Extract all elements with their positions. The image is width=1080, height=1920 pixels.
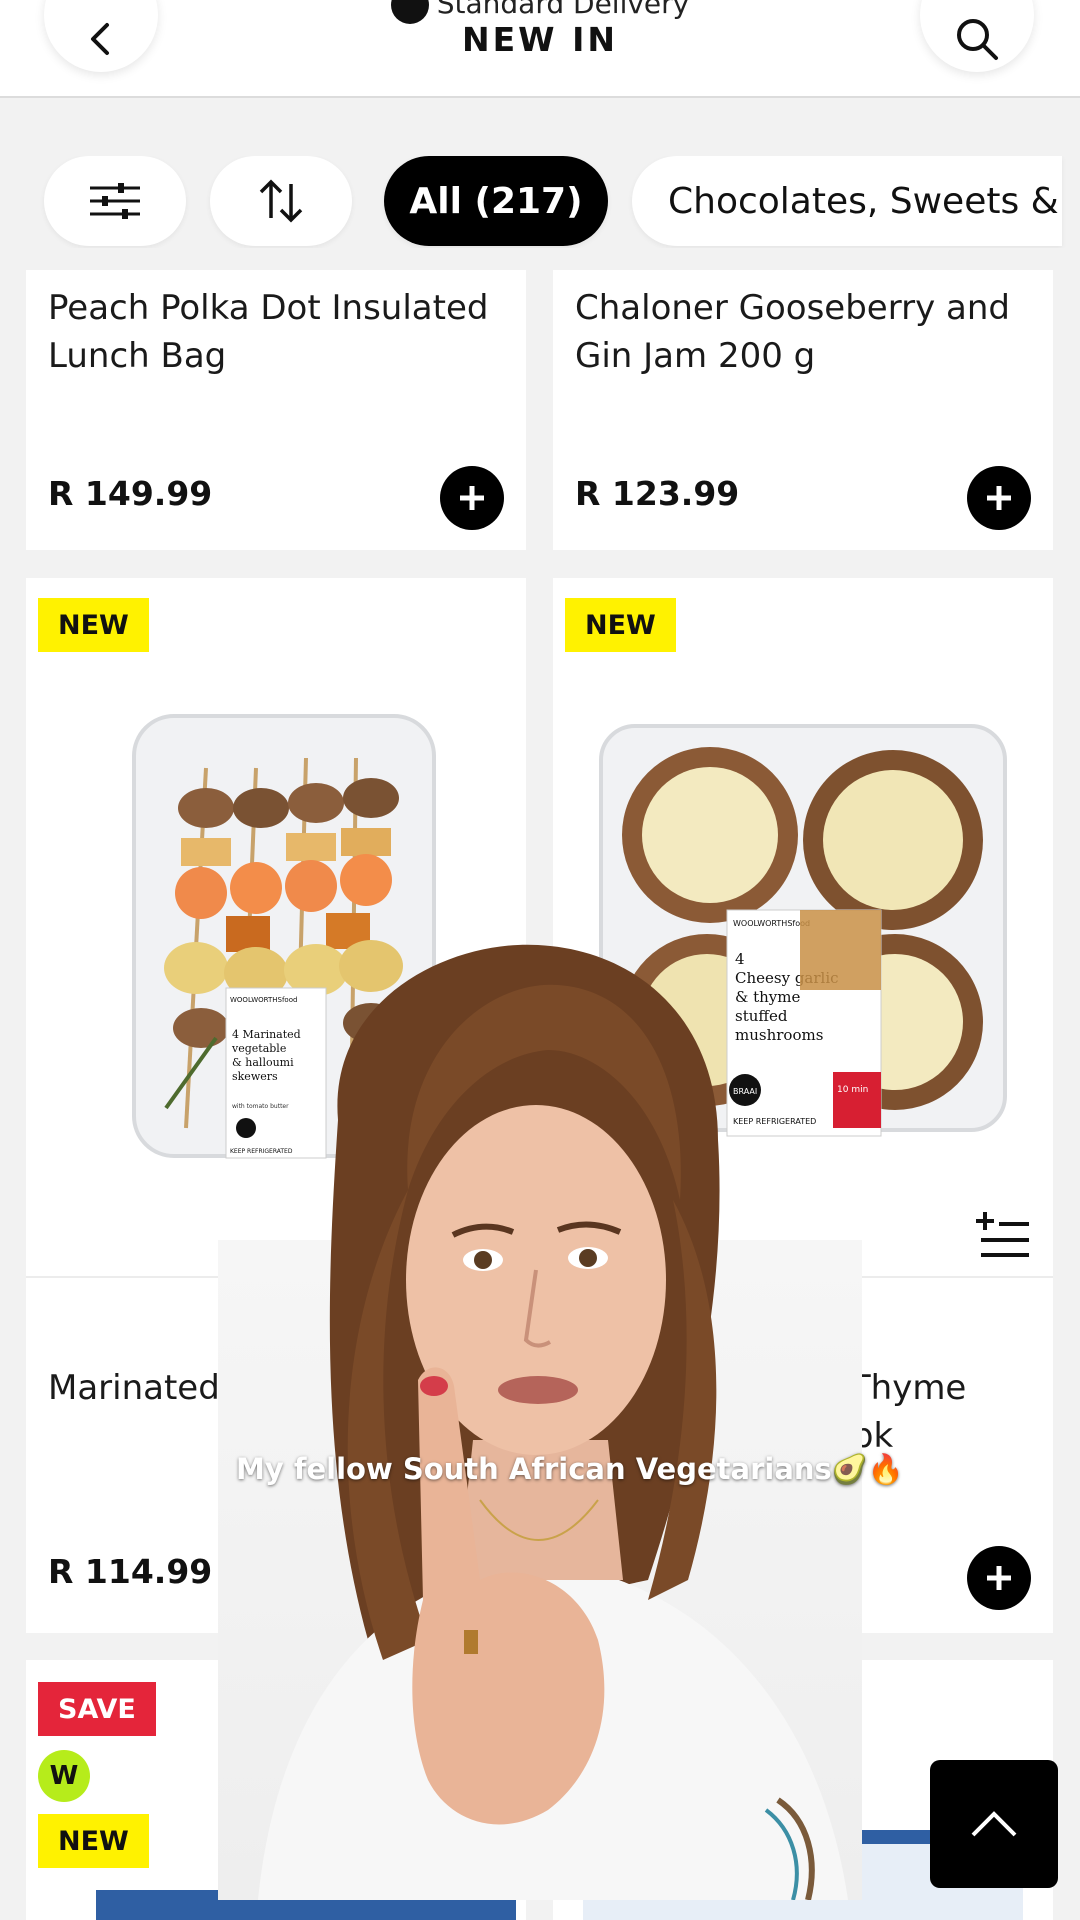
search-icon — [957, 19, 998, 60]
new-badge: NEW — [38, 1814, 149, 1868]
plus-icon — [987, 1566, 1011, 1590]
add-to-cart-button[interactable] — [967, 1546, 1031, 1610]
product-card[interactable]: Peach Polka Dot Insulated Lunch Bag R 14… — [26, 270, 526, 550]
new-badge: NEW — [38, 598, 149, 652]
product-card[interactable]: Chaloner Gooseberry and Gin Jam 200 g R … — [553, 270, 1053, 550]
sort-button[interactable] — [210, 156, 352, 246]
filter-chip-bar: All (217) Chocolates, Sweets & S — [0, 156, 1080, 248]
product-name[interactable]: Peach Polka Dot Insulated Lunch Bag — [48, 284, 496, 380]
video-caption: My fellow South African Vegetarians🥑🔥 — [236, 1452, 905, 1486]
add-to-cart-button[interactable] — [967, 466, 1031, 530]
page-title: NEW IN — [462, 20, 618, 59]
plus-icon — [987, 486, 1011, 510]
product-price: R 123.99 — [575, 474, 740, 513]
product-name[interactable]: Chaloner Gooseberry and Gin Jam 200 g — [575, 284, 1023, 380]
add-to-cart-button[interactable] — [440, 466, 504, 530]
sort-arrows-icon — [259, 179, 303, 223]
chip-chocolates-sweets[interactable]: Chocolates, Sweets & S — [632, 156, 1062, 246]
filter-button[interactable] — [44, 156, 186, 246]
plus-icon — [460, 486, 484, 510]
search-button[interactable] — [920, 0, 1034, 72]
delivery-label: Standard Delivery — [436, 0, 690, 20]
save-badge: SAVE — [38, 1682, 156, 1736]
scroll-to-top-button[interactable] — [930, 1760, 1058, 1888]
chip-all[interactable]: All (217) — [384, 156, 608, 246]
top-header: Standard Delivery NEW IN — [0, 0, 1080, 98]
filter-sliders-icon — [90, 183, 140, 219]
product-price: R 149.99 — [48, 474, 213, 513]
w-rewards-badge: W — [38, 1750, 90, 1802]
mushroom-pack-brand: WOOLWORTHSfood — [733, 919, 810, 928]
product-price: R 114.99 — [48, 1552, 213, 1591]
video-overlay-person — [218, 944, 862, 1900]
new-badge: NEW — [565, 598, 676, 652]
chevron-up-icon — [971, 1811, 1017, 1837]
add-to-list-icon[interactable] — [975, 1210, 1031, 1260]
